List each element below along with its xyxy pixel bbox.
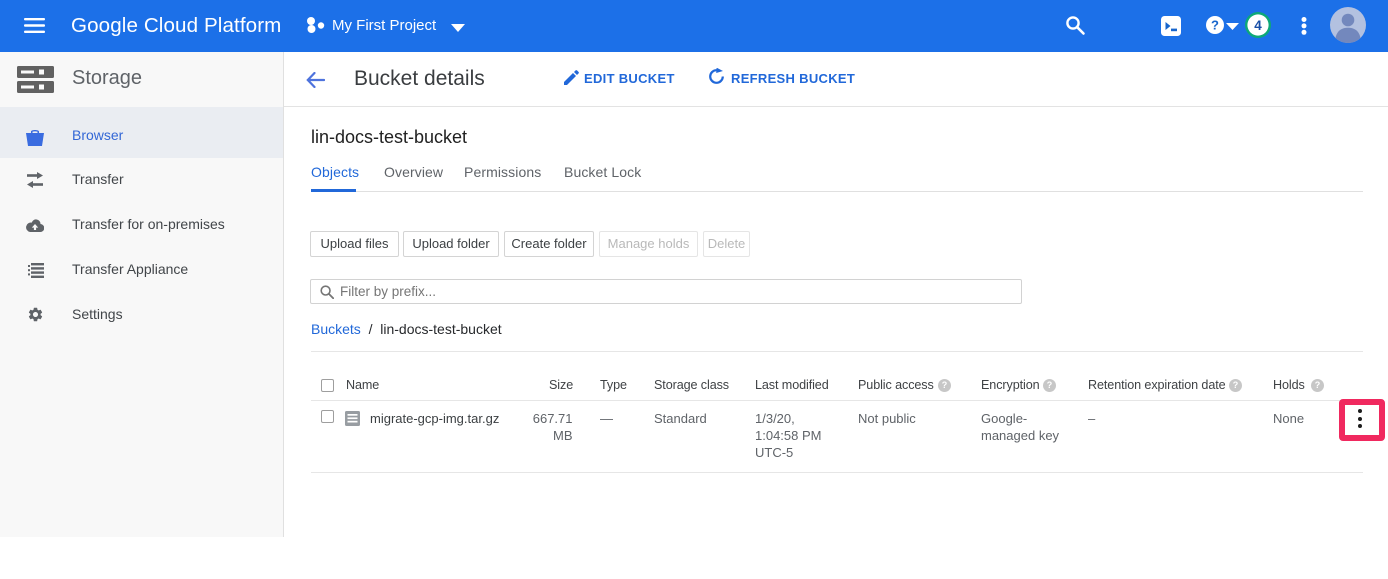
- svg-text:4: 4: [1254, 18, 1262, 33]
- svg-text:?: ?: [1211, 18, 1219, 33]
